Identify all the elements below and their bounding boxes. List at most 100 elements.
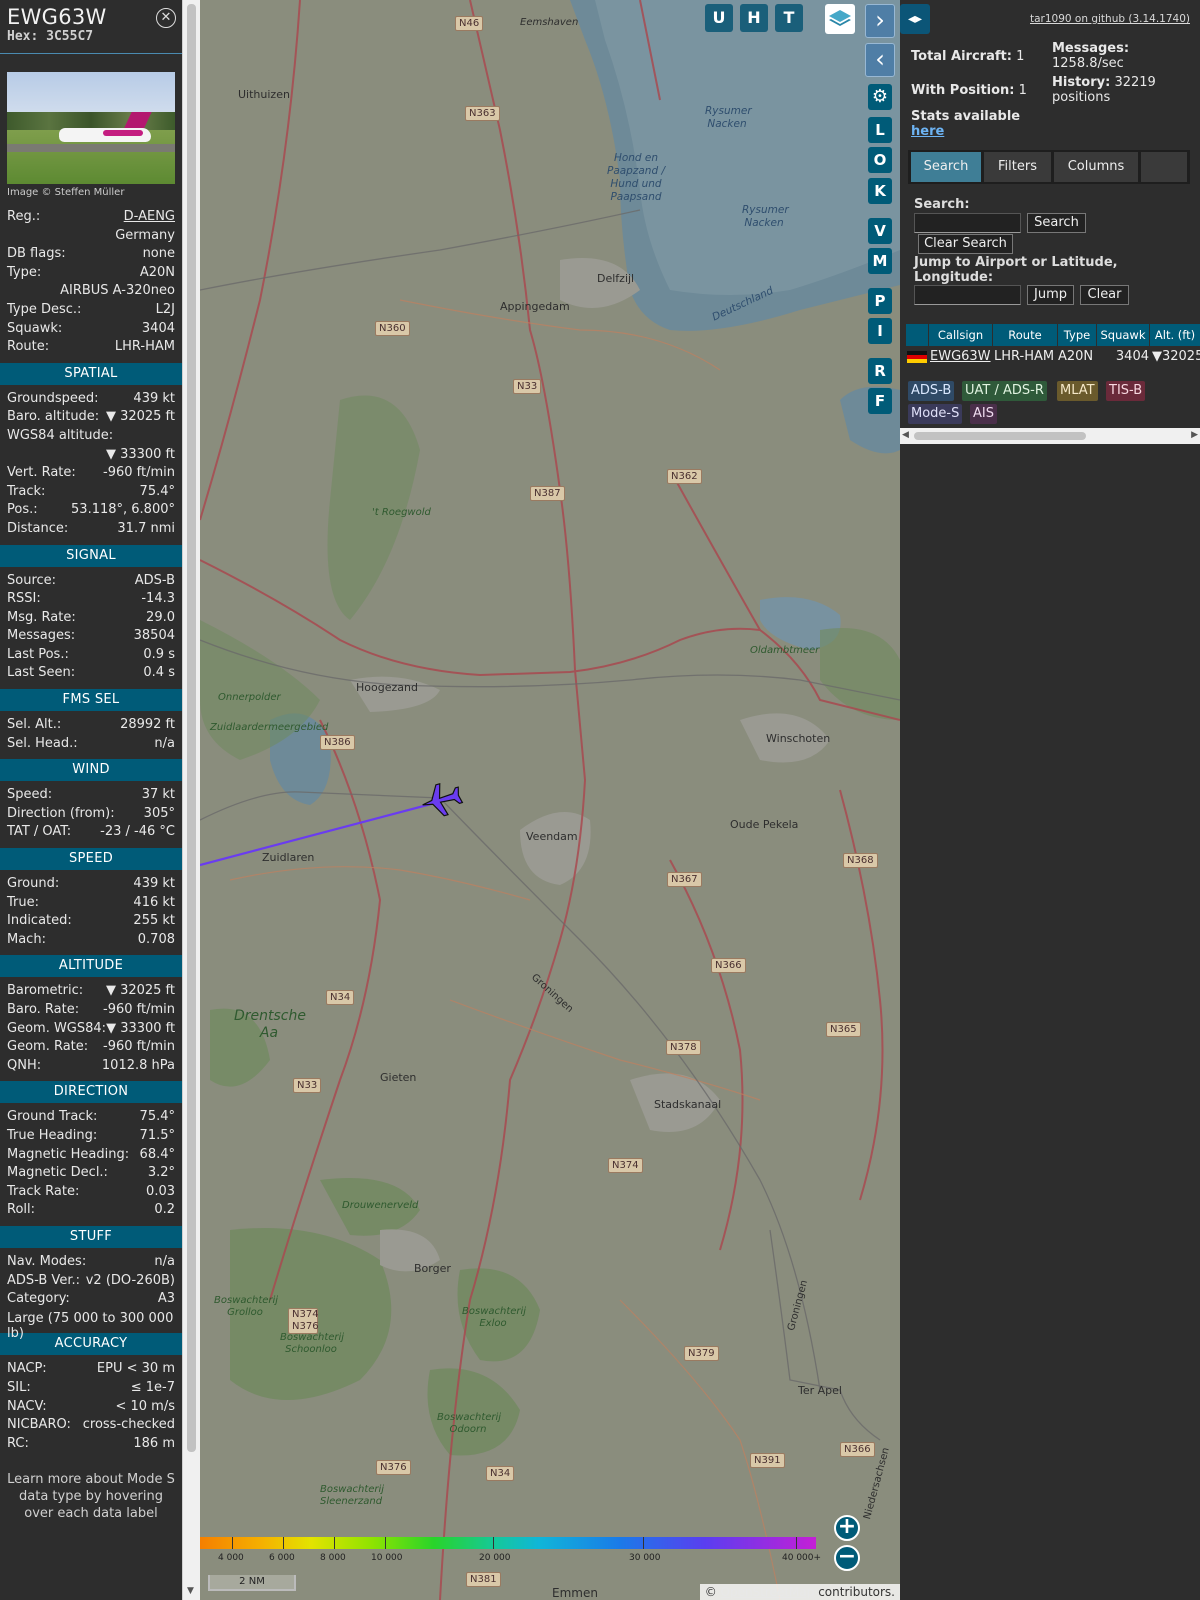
button-h[interactable]: H — [740, 4, 768, 32]
close-icon[interactable]: ✕ — [156, 8, 176, 28]
info-label[interactable]: Ground Track: — [7, 1108, 97, 1127]
jump-button[interactable]: Jump — [1027, 285, 1074, 305]
chevron-left-icon[interactable]: ‹ — [865, 43, 895, 77]
info-label[interactable]: DB flags: — [7, 245, 66, 264]
button-p[interactable]: P — [868, 288, 892, 314]
info-label[interactable]: NICBARO: — [7, 1416, 71, 1435]
button-m[interactable]: M — [868, 248, 892, 274]
info-label[interactable]: Track: — [7, 483, 45, 502]
zoom-out-icon[interactable]: − — [834, 1545, 860, 1571]
button-t[interactable]: T — [775, 4, 803, 32]
table-header-type[interactable]: Type — [1058, 324, 1096, 346]
info-label[interactable]: Reg.: — [7, 208, 40, 227]
info-label[interactable]: Last Seen: — [7, 664, 75, 683]
info-label[interactable]: Route: — [7, 338, 49, 357]
map-view[interactable]: Eemshaven Uithuizen Delfzijl Appingedam … — [200, 0, 900, 1600]
road-shield-n34: N34 — [486, 1466, 515, 1481]
info-label[interactable]: Speed: — [7, 786, 52, 805]
chevron-right-icon[interactable]: › — [865, 4, 895, 38]
info-label[interactable]: Msg. Rate: — [7, 609, 76, 628]
map-label-stadskanaal: Stadskanaal — [654, 1098, 722, 1111]
info-label[interactable]: Geom. Rate: — [7, 1038, 88, 1057]
info-label[interactable]: Baro. Rate: — [7, 1001, 79, 1020]
info-label[interactable]: ADS-B Ver.: — [7, 1272, 80, 1291]
scrollbar-thumb[interactable] — [187, 4, 196, 1452]
button-f[interactable]: F — [868, 388, 892, 414]
info-label[interactable]: True: — [7, 894, 39, 913]
info-label[interactable]: Sel. Head.: — [7, 735, 78, 754]
info-label[interactable]: RC: — [7, 1435, 29, 1454]
info-label[interactable]: Category: — [7, 1290, 70, 1309]
info-label[interactable]: Geom. WGS84: — [7, 1020, 106, 1039]
aircraft-icon[interactable] — [418, 780, 464, 820]
aircraft-photo[interactable] — [7, 72, 175, 184]
info-label[interactable]: Squawk: — [7, 320, 62, 339]
info-panel-scrollbar[interactable]: ▼ — [182, 0, 200, 1600]
info-label[interactable]: SIL: — [7, 1379, 31, 1398]
clear-button[interactable]: Clear — [1080, 285, 1129, 305]
scroll-right-icon[interactable]: ▶ — [1191, 430, 1198, 440]
scroll-left-icon[interactable]: ◀ — [902, 430, 909, 440]
info-label[interactable]: Last Pos.: — [7, 646, 69, 665]
button-r[interactable]: R — [868, 358, 892, 384]
info-label[interactable]: Barometric: — [7, 982, 83, 1001]
info-label[interactable]: Nav. Modes: — [7, 1253, 86, 1272]
info-label[interactable]: QNH: — [7, 1057, 41, 1076]
info-label[interactable]: Messages: — [7, 627, 75, 646]
info-label[interactable]: Mach: — [7, 931, 46, 950]
info-label[interactable]: Magnetic Decl.: — [7, 1164, 108, 1183]
info-label[interactable]: NACV: — [7, 1398, 47, 1417]
button-u[interactable]: U — [705, 4, 733, 32]
table-header-altitude[interactable]: Alt. (ft) — [1150, 324, 1200, 346]
search-input[interactable] — [914, 213, 1021, 233]
table-header-callsign[interactable]: Callsign — [929, 324, 992, 346]
info-label[interactable]: True Heading: — [7, 1127, 97, 1146]
search-button[interactable]: Search — [1027, 213, 1086, 233]
info-label[interactable]: WGS84 altitude: — [7, 427, 113, 446]
info-label[interactable]: Distance: — [7, 520, 68, 539]
info-label[interactable]: Source: — [7, 572, 56, 591]
table-header-squawk[interactable]: Squawk — [1097, 324, 1149, 346]
button-v[interactable]: V — [868, 218, 892, 244]
info-label[interactable]: RSSI: — [7, 590, 41, 609]
info-label[interactable]: Baro. altitude: — [7, 408, 99, 427]
legend-label: 40 000+ — [782, 1553, 822, 1563]
info-label[interactable]: TAT / OAT: — [7, 823, 71, 842]
github-link[interactable]: tar1090 on github (3.14.1740) — [1030, 13, 1190, 25]
tab-search[interactable]: Search — [911, 152, 981, 182]
info-label[interactable]: Direction (from): — [7, 805, 115, 824]
info-label[interactable]: Ground: — [7, 875, 59, 894]
table-horizontal-scrollbar[interactable]: ◀ ▶ — [900, 428, 1200, 444]
info-label[interactable]: Magnetic Heading: — [7, 1146, 129, 1165]
tab-columns[interactable]: Columns — [1054, 152, 1138, 182]
table-header-flag[interactable] — [906, 324, 928, 346]
hscroll-thumb[interactable] — [914, 432, 1086, 440]
info-label[interactable]: Roll: — [7, 1201, 35, 1220]
osm-link[interactable]: OpenStreetMap — [721, 1585, 815, 1599]
clear-search-button[interactable]: Clear Search — [918, 234, 1013, 254]
button-o[interactable]: O — [868, 147, 892, 173]
info-label[interactable]: Type: — [7, 264, 41, 283]
scroll-down-icon[interactable]: ▼ — [187, 1586, 194, 1596]
info-label[interactable]: Pos.: — [7, 501, 38, 520]
info-label[interactable]: Track Rate: — [7, 1183, 79, 1202]
zoom-in-icon[interactable]: + — [834, 1515, 860, 1541]
gear-icon[interactable]: ⚙ — [868, 84, 892, 110]
registration-link[interactable]: D-AENG — [124, 209, 175, 224]
table-header-route[interactable]: Route — [993, 324, 1057, 346]
info-label[interactable]: Indicated: — [7, 912, 72, 931]
info-label[interactable]: Groundspeed: — [7, 390, 98, 409]
info-label[interactable]: Sel. Alt.: — [7, 716, 61, 735]
stats-link[interactable]: here — [911, 124, 944, 139]
info-label[interactable]: Vert. Rate: — [7, 464, 76, 483]
button-l[interactable]: L — [868, 117, 892, 143]
table-cell-callsign[interactable]: EWG63W — [930, 347, 991, 367]
button-k[interactable]: K — [868, 178, 892, 204]
info-label[interactable]: Type Desc.: — [7, 301, 81, 320]
expand-arrows-icon[interactable]: ◂▸ — [900, 4, 930, 34]
jump-input[interactable] — [914, 285, 1021, 305]
info-label[interactable]: NACP: — [7, 1360, 47, 1379]
tab-filters[interactable]: Filters — [984, 152, 1051, 182]
layers-icon[interactable] — [825, 4, 855, 34]
button-i[interactable]: I — [868, 318, 892, 344]
